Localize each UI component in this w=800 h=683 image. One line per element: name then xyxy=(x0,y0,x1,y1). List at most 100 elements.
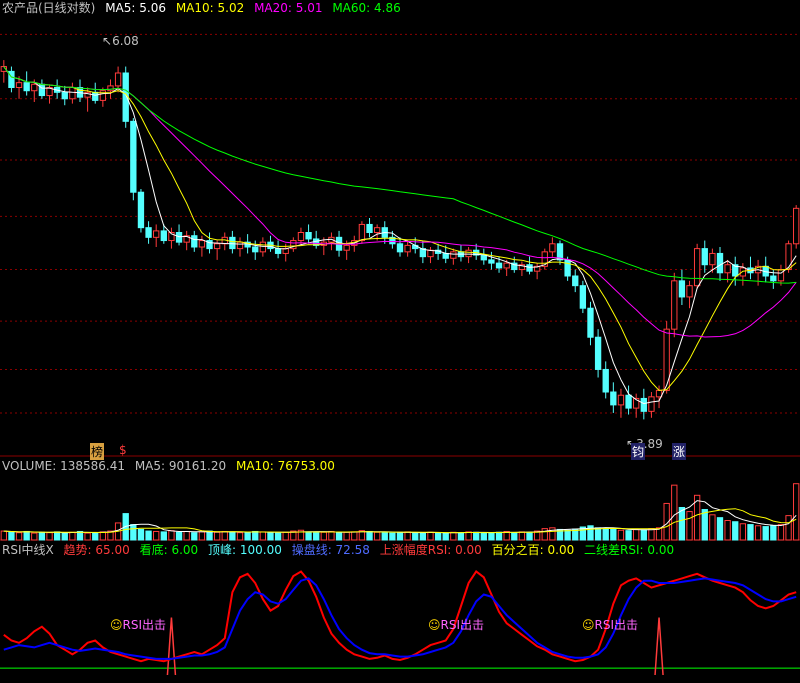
candle-body xyxy=(617,394,625,406)
rsi-name: RSI中线X xyxy=(2,543,54,557)
candle-body xyxy=(785,243,792,271)
volume-bar xyxy=(8,531,15,541)
candle-body xyxy=(305,232,312,240)
volume-bar xyxy=(99,531,107,541)
volume-bar xyxy=(716,517,724,541)
volume-bar xyxy=(495,531,503,541)
volume-bar xyxy=(518,531,526,541)
candle-body xyxy=(61,91,68,100)
ma60-value: MA60: 4.86 xyxy=(332,1,401,15)
volume-bar xyxy=(427,531,434,541)
candle-body xyxy=(587,307,594,338)
volume-bar xyxy=(381,532,388,541)
candle-body xyxy=(640,397,647,412)
candle-body xyxy=(488,259,495,264)
marker-s[interactable]: $ xyxy=(119,443,127,457)
rsi-trend: 趋势: 65.00 xyxy=(63,543,130,557)
stock-chart[interactable] xyxy=(0,0,800,683)
volume-value: VOLUME: 138586.41 xyxy=(2,459,125,473)
candle-body xyxy=(503,262,510,269)
volume-bar xyxy=(229,531,236,541)
candle-body xyxy=(770,275,777,282)
volume-bar xyxy=(457,532,465,541)
volume-bar xyxy=(61,533,68,541)
candle-body xyxy=(602,368,609,393)
volume-bar xyxy=(328,530,335,541)
candle-body xyxy=(137,191,145,229)
volume-bar xyxy=(282,531,289,541)
candle-body xyxy=(252,246,259,253)
marker-jun[interactable]: 钧 xyxy=(631,443,646,460)
volume-bar xyxy=(473,531,480,541)
rsi-bottom: 看底: 6.00 xyxy=(139,543,199,557)
volume-bar xyxy=(762,526,769,541)
candle-body xyxy=(739,267,747,277)
volume-bar xyxy=(389,532,396,541)
rsi-signal-spike xyxy=(654,617,664,676)
candle-body xyxy=(31,83,38,92)
volume-bar xyxy=(69,531,76,541)
candle-body xyxy=(648,396,655,412)
candle-body xyxy=(213,243,221,250)
volume-bar xyxy=(724,520,731,541)
smiley-icon: ☺ xyxy=(110,618,123,632)
volume-bar xyxy=(793,483,800,541)
volume-bar xyxy=(671,484,678,541)
volume-bar xyxy=(53,531,61,541)
candle-body xyxy=(450,251,457,259)
volume-bar xyxy=(686,511,693,541)
candle-body xyxy=(130,120,137,193)
smiley-icon: ☺ xyxy=(582,618,595,632)
volume-bar xyxy=(777,524,785,541)
volume-bar xyxy=(754,525,762,541)
volume-bar xyxy=(602,528,609,541)
candle-body xyxy=(572,275,579,287)
volume-bar xyxy=(366,530,373,541)
volume-bar xyxy=(404,531,411,541)
candle-body xyxy=(610,391,617,406)
candle-body xyxy=(404,244,411,253)
volume-bar xyxy=(480,532,487,541)
stock-title: 农产品(日线对数) xyxy=(2,1,96,15)
volume-bar xyxy=(442,532,449,541)
candle-body xyxy=(145,227,152,238)
volume-bar xyxy=(633,528,640,541)
price-header: 农产品(日线对数) MA5: 5.06 MA10: 5.02 MA20: 5.0… xyxy=(2,1,407,15)
volume-bar xyxy=(320,531,327,541)
volume-bar xyxy=(305,531,312,541)
volume-bar xyxy=(92,532,99,541)
volume-bar xyxy=(549,527,556,541)
rsi-signal-3: ☺RSI出击 xyxy=(582,618,639,632)
volume-bar xyxy=(46,532,53,541)
candle-body xyxy=(107,85,114,92)
volume-bar xyxy=(709,514,716,541)
volume-bar xyxy=(732,521,739,541)
candle-body xyxy=(153,230,160,238)
candle-body xyxy=(373,227,381,234)
candle-body xyxy=(625,394,632,409)
candle-body xyxy=(99,90,107,101)
volume-bar xyxy=(625,530,632,541)
volume-bar xyxy=(313,532,320,541)
candle-body xyxy=(693,248,701,287)
volume-bar xyxy=(130,524,137,541)
volume-bar xyxy=(396,531,404,541)
volume-bar xyxy=(343,531,350,541)
candle-body xyxy=(678,280,686,298)
rsi-header: RSI中线X 趋势: 65.00 看底: 6.00 顶峰: 100.00 操盘线… xyxy=(2,543,680,557)
volume-bar xyxy=(168,530,175,541)
volume-bar xyxy=(38,531,46,541)
volume-bar xyxy=(511,532,518,541)
volume-bar xyxy=(175,531,183,541)
candle-body xyxy=(686,285,693,298)
volume-bar xyxy=(488,532,495,541)
candle-body xyxy=(465,249,472,258)
volume-bar xyxy=(213,531,221,541)
candle-body xyxy=(396,243,404,253)
marker-bang[interactable]: 榜 xyxy=(90,443,105,460)
volume-bar xyxy=(450,531,457,541)
volume-bar xyxy=(236,532,244,541)
volume-bar xyxy=(373,531,381,541)
candle-body xyxy=(69,87,76,100)
marker-zhang[interactable]: 涨 xyxy=(672,443,687,460)
